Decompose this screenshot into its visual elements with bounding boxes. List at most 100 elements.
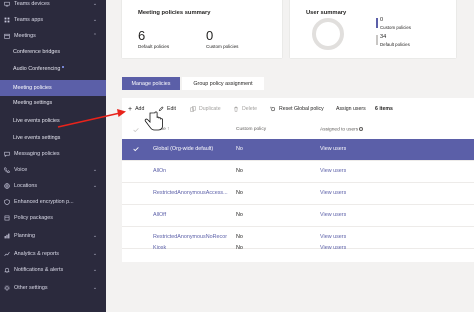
chevron-down-icon: ⌄ [92, 17, 98, 23]
edit-label: Edit [167, 106, 176, 112]
view-users-link[interactable]: View users [320, 245, 346, 251]
delete-button[interactable]: Delete [233, 104, 257, 114]
column-header-label: Assigned to users [320, 127, 359, 133]
policy-name[interactable]: RestrictedAnonymousAccess... [153, 190, 233, 196]
reset-icon [270, 106, 276, 112]
sidebar-item-messaging-policies[interactable]: Messaging policies [0, 146, 106, 162]
new-indicator-dot [62, 66, 65, 68]
sidebar-item-teams-apps[interactable]: Teams apps ⌄ [0, 12, 106, 28]
reset-global-policy-button[interactable]: Reset Global policy [270, 104, 324, 114]
view-users-link[interactable]: View users [320, 146, 346, 152]
apps-icon [4, 17, 10, 23]
view-users-link[interactable]: View users [320, 168, 346, 174]
sidebar-item-label: Meetings [14, 33, 36, 39]
sidebar-item-label: Messaging policies [14, 151, 60, 157]
calendar-icon [4, 33, 10, 39]
table-row[interactable]: Global (Org-wide default) No View users [122, 139, 474, 161]
sidebar-item-label: Teams apps [14, 17, 44, 23]
column-header-assigned-to-users[interactable]: Assigned to users [320, 127, 364, 133]
meeting-policies-summary-card: Meeting policies summary 6 Default polic… [122, 0, 282, 58]
sidebar-item-analytics-reports[interactable]: Analytics & reports ⌄ [0, 246, 106, 262]
legend-default-marker [376, 35, 378, 45]
sidebar-item-meeting-settings[interactable]: Meeting settings [0, 95, 106, 111]
chevron-down-icon: ⌄ [92, 285, 98, 291]
sidebar-item-label: Notifications & alerts [14, 267, 64, 273]
sidebar-item-other-settings[interactable]: Other settings ⌄ [0, 280, 106, 296]
table-row[interactable]: RestrictedAnonymousAccess... No View use… [122, 183, 474, 205]
tab-group-policy-assignment[interactable]: Group policy assignment [182, 77, 264, 90]
assign-users-button[interactable]: Assign users [336, 104, 366, 114]
trash-icon [234, 106, 238, 112]
sidebar-item-label: Meeting settings [13, 100, 53, 106]
view-users-link[interactable]: View users [320, 212, 346, 218]
policy-name[interactable]: Kiosk [153, 245, 233, 251]
tab-manage-policies[interactable]: Manage policies [122, 77, 180, 90]
chevron-down-icon: ⌄ [92, 1, 98, 7]
sidebar-item-meetings[interactable]: Meetings ⌃ [0, 28, 106, 44]
sidebar-item-label: Locations [14, 183, 38, 189]
custom-policies-count: 0 [206, 28, 214, 43]
custom-policy-value: No [236, 245, 243, 251]
sidebar-item-label: Planning [14, 233, 35, 239]
add-label: Add [135, 106, 145, 112]
policy-name[interactable]: Global (Org-wide default) [153, 146, 233, 152]
chat-icon [4, 151, 10, 157]
sidebar-item-label: Live events settings [13, 135, 61, 141]
default-users-label: Default policies [380, 42, 410, 47]
delete-label: Delete [242, 106, 257, 112]
assign-users-label: Assign users [336, 106, 366, 112]
package-icon [4, 215, 10, 221]
globe-icon [4, 183, 10, 189]
sidebar-item-label: Voice [14, 167, 28, 173]
sidebar-item-notifications-alerts[interactable]: Notifications & alerts ⌄ [0, 262, 106, 278]
default-policies-count: 6 [138, 28, 146, 43]
user-summary-card: User summary 0 Custom policies 34 Defaul… [290, 0, 456, 58]
custom-policy-value: No [236, 146, 243, 152]
default-users-count: 34 [380, 34, 387, 40]
sidebar-item-conference-bridges[interactable]: Conference bridges [0, 44, 106, 60]
gear-icon [4, 285, 10, 291]
policy-name[interactable]: AllOn [153, 168, 233, 174]
sidebar-item-label: Other settings [14, 285, 48, 291]
custom-users-label: Custom policies [380, 25, 411, 30]
duplicate-label: Duplicate [199, 106, 221, 112]
sidebar-item-label: Teams devices [14, 1, 50, 7]
sidebar-item-label: Analytics & reports [14, 251, 59, 257]
shield-icon [4, 199, 10, 205]
row-checkbox-icon[interactable] [132, 145, 140, 153]
sidebar-item-enhanced-encryption[interactable]: Enhanced encryption p... [0, 194, 106, 210]
column-header-name[interactable]: Name ↑ [153, 127, 170, 132]
sidebar-item-label: Conference bridges [13, 49, 61, 55]
sidebar-item-planning[interactable]: Planning ⌄ [0, 228, 106, 244]
select-all-checkbox-icon[interactable] [132, 126, 140, 134]
policy-name[interactable]: AllOff [153, 212, 233, 218]
duplicate-button[interactable]: Duplicate [190, 104, 221, 114]
sidebar-item-audio-conferencing[interactable]: Audio Conferencing [0, 61, 106, 77]
sidebar-item-label: Enhanced encryption p... [14, 199, 74, 205]
chevron-up-icon: ⌃ [92, 33, 98, 39]
legend-custom-marker [376, 18, 378, 28]
default-policies-label: Default policies [138, 44, 170, 49]
custom-policy-value: No [236, 212, 243, 218]
chevron-down-icon: ⌄ [92, 251, 98, 257]
column-header-custom-policy[interactable]: Custom policy [236, 127, 266, 132]
sidebar-item-label: Meeting policies [13, 85, 52, 91]
view-users-link[interactable]: View users [320, 190, 346, 196]
add-button[interactable]: + Add [128, 104, 144, 114]
sidebar-item-label: Live events policies [13, 118, 60, 124]
sidebar-item-locations[interactable]: Locations ⌄ [0, 178, 106, 194]
sidebar-item-live-events-policies[interactable]: Live events policies [0, 113, 106, 129]
items-count: 6 items [375, 106, 393, 112]
sidebar-item-voice[interactable]: Voice ⌄ [0, 162, 106, 178]
sidebar-item-policy-packages[interactable]: Policy packages [0, 210, 106, 226]
card-title: Meeting policies summary [138, 10, 211, 16]
devices-icon [4, 1, 10, 7]
edit-button[interactable]: Edit [158, 104, 176, 114]
table-row[interactable]: AllOn No View users [122, 161, 474, 183]
table-row[interactable]: AllOff No View users [122, 205, 474, 227]
sidebar-item-teams-devices[interactable]: Teams devices ⌄ [0, 0, 106, 12]
sidebar: Teams devices ⌄ Teams apps ⌄ Meetings ⌃ … [0, 0, 106, 312]
sidebar-item-live-events-settings[interactable]: Live events settings [0, 130, 106, 146]
table-row[interactable]: Kiosk No View users [122, 238, 474, 260]
sidebar-item-meeting-policies[interactable]: Meeting policies [0, 80, 106, 96]
